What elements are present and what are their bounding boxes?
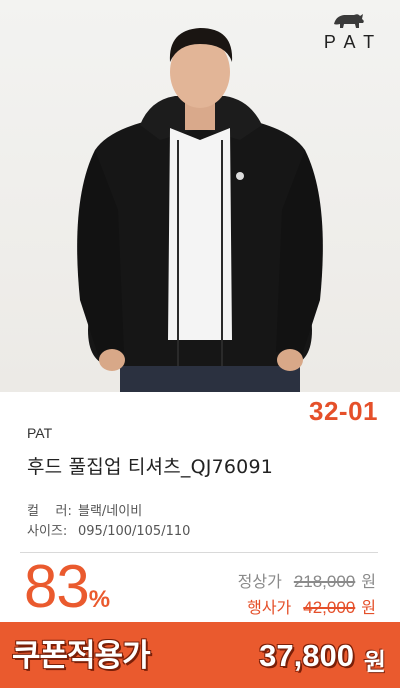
regular-price-unit: 원 — [361, 572, 376, 591]
brand-name: PAT — [27, 425, 53, 441]
rhino-icon — [334, 14, 364, 28]
product-code: 32-01 — [309, 396, 378, 426]
spec-color-key: 컬 러: — [27, 504, 72, 519]
coupon-price-unit: 원 — [363, 648, 386, 676]
spec-size-key: 사이즈: — [27, 524, 68, 539]
regular-price-value: 218,000 — [293, 572, 356, 591]
spec-size-value: 095/100/105/110 — [78, 524, 191, 539]
logo-text: PAT — [323, 32, 384, 52]
product-name[interactable]: 후드 풀집업 티셔츠_QJ76091 — [27, 452, 273, 479]
regular-price-row: 정상가 218,000 원 — [238, 568, 376, 592]
discount-rate: 83% — [24, 554, 110, 620]
discount-number: 83 — [24, 553, 90, 620]
product-photo: PAT — [0, 0, 400, 392]
regular-price-label: 정상가 — [237, 572, 282, 591]
spec-color: 컬 러: 블랙/네이비 — [27, 500, 142, 519]
coupon-price-label: 쿠폰적용가 — [12, 638, 151, 674]
sale-price-value: 42,000 — [303, 598, 356, 617]
coupon-price-banner[interactable]: 쿠폰적용가 37,800 원 — [0, 622, 400, 688]
sale-price-row: 행사가 42,000 원 — [247, 594, 376, 618]
coupon-price-value: 37,800 — [259, 638, 354, 673]
model-illustration — [77, 28, 323, 392]
spec-size: 사이즈: 095/100/105/110 — [27, 520, 190, 539]
sale-price-unit: 원 — [361, 598, 376, 617]
sale-price-label: 행사가 — [247, 598, 292, 617]
spec-color-value: 블랙/네이비 — [78, 504, 143, 519]
discount-percent-symbol: % — [88, 586, 111, 613]
brand-logo: PAT — [312, 10, 386, 56]
